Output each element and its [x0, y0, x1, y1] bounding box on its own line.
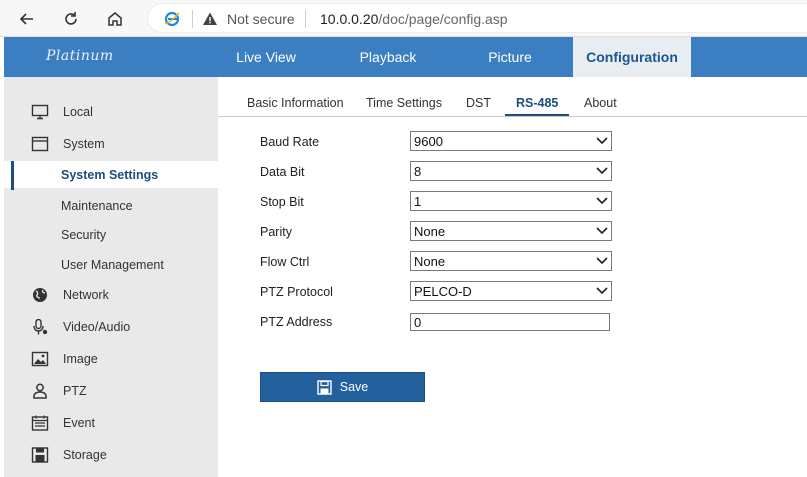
back-button[interactable] [14, 6, 40, 32]
sidebar-item-label: PTZ [63, 384, 87, 398]
sidebar-item-label: System Settings [61, 168, 159, 182]
settings-tabbar: Basic Information Time Settings DST RS-4… [218, 92, 807, 117]
tab-picture[interactable]: Picture [459, 37, 561, 77]
chevron-down-icon [596, 257, 608, 265]
select-value: 1 [414, 194, 422, 209]
select-value: None [414, 254, 446, 269]
sidebar-item-storage[interactable]: Storage [4, 440, 218, 470]
baud-rate-select[interactable]: 9600 [410, 131, 612, 151]
stop-bit-select[interactable]: 1 [410, 191, 612, 211]
sidebar-item-label: Maintenance [61, 199, 133, 213]
security-status[interactable]: Not secure [227, 11, 295, 27]
reload-icon [65, 12, 77, 25]
ptz-protocol-select[interactable]: PELCO-D [410, 281, 612, 301]
sidebar-item-security[interactable]: Security [4, 221, 218, 248]
browser-toolbar: Not secure 10.0.0.20/doc/page/config.asp [0, 0, 807, 37]
baud-rate-label: Baud Rate [260, 135, 320, 149]
person-icon [33, 383, 47, 399]
calendar-icon [31, 415, 49, 431]
sidebar-item-label: System [63, 137, 105, 151]
tab-playback[interactable]: Playback [337, 37, 439, 77]
monitor-icon [31, 104, 49, 120]
stop-bit-label: Stop Bit [260, 195, 304, 209]
sidebar-item-label: Local [63, 105, 93, 119]
chevron-down-icon [596, 197, 608, 205]
active-tab-indicator [505, 114, 569, 116]
reload-button[interactable] [58, 6, 84, 32]
separator [305, 10, 306, 28]
sidebar-item-label: Event [63, 416, 95, 430]
logo: Platinum [46, 48, 114, 64]
save-icon [317, 379, 332, 395]
parity-label: Parity [260, 225, 292, 239]
tab-dst[interactable]: DST [466, 96, 491, 110]
chevron-down-icon [596, 287, 608, 295]
window-icon [31, 136, 49, 152]
url-path: /doc/page/config.asp [378, 11, 508, 27]
flow-ctrl-label: Flow Ctrl [260, 255, 310, 269]
active-indicator [11, 161, 14, 190]
url-host: 10.0.0.20 [320, 11, 379, 27]
sidebar-item-local[interactable]: Local [4, 97, 218, 127]
sidebar-item-label: Image [63, 352, 98, 366]
data-bit-label: Data Bit [260, 165, 305, 179]
flow-ctrl-select[interactable]: None [410, 251, 612, 271]
data-bit-select[interactable]: 8 [410, 161, 612, 181]
ptz-protocol-label: PTZ Protocol [260, 285, 333, 299]
sidebar: Local System System Settings Maintenance… [4, 77, 218, 477]
separator [192, 10, 193, 28]
chevron-down-icon [596, 227, 608, 235]
sidebar-item-label: Security [61, 228, 107, 242]
sidebar-item-system[interactable]: System [4, 129, 218, 159]
sidebar-item-label: User Management [61, 258, 164, 272]
globe-icon [33, 288, 47, 302]
tab-rs-485[interactable]: RS-485 [516, 96, 558, 110]
address-bar[interactable]: Not secure 10.0.0.20/doc/page/config.asp [147, 3, 807, 33]
chevron-down-icon [596, 167, 608, 175]
chevron-down-icon [596, 137, 608, 145]
ptz-address-input[interactable] [410, 313, 610, 331]
tab-configuration[interactable]: Configuration [573, 37, 691, 77]
sidebar-item-user-management[interactable]: User Management [4, 251, 218, 278]
disk-icon [31, 447, 49, 463]
select-value: 8 [414, 164, 422, 179]
home-icon [108, 12, 122, 26]
sidebar-item-maintenance[interactable]: Maintenance [4, 192, 218, 219]
sidebar-item-label: Network [63, 288, 109, 302]
tab-basic-information[interactable]: Basic Information [247, 96, 344, 110]
sidebar-item-ptz[interactable]: PTZ [4, 376, 218, 406]
sidebar-item-image[interactable]: Image [4, 344, 218, 374]
app-header: Platinum Live View Playback Picture Conf… [4, 37, 807, 77]
ptz-address-label: PTZ Address [260, 315, 333, 329]
save-label: Save [339, 380, 369, 394]
select-value: None [414, 224, 446, 239]
sidebar-item-event[interactable]: Event [4, 408, 218, 438]
home-button[interactable] [102, 6, 128, 32]
tab-time-settings[interactable]: Time Settings [366, 96, 442, 110]
tab-about[interactable]: About [584, 96, 617, 110]
parity-select[interactable]: None [410, 221, 612, 241]
microphone-icon [33, 319, 48, 335]
picture-icon [31, 351, 49, 367]
url-text[interactable]: 10.0.0.20/doc/page/config.asp [320, 11, 508, 27]
save-button[interactable]: Save [260, 372, 425, 402]
select-value: 9600 [414, 134, 443, 149]
sidebar-item-label: Storage [63, 448, 107, 462]
arrow-left-icon [19, 13, 33, 25]
internet-explorer-icon [164, 11, 180, 27]
sidebar-item-label: Video/Audio [63, 320, 131, 334]
sidebar-item-system-settings[interactable]: System Settings [4, 161, 218, 190]
select-value: PELCO-D [414, 284, 472, 299]
warning-icon [203, 12, 217, 25]
sidebar-item-video-audio[interactable]: Video/Audio [4, 312, 218, 342]
sidebar-item-network[interactable]: Network [4, 280, 218, 310]
tab-live-view[interactable]: Live View [215, 37, 317, 77]
